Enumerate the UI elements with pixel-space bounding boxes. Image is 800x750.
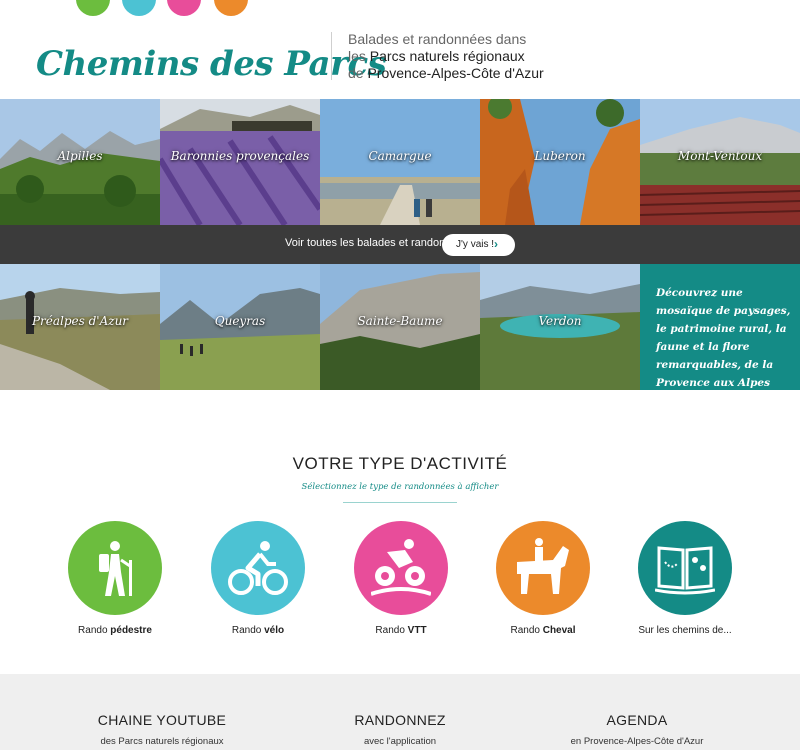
green-dot [76,0,110,16]
hiker-icon [68,521,162,615]
activity-section-title: VOTRE TYPE D'ACTIVITÉ [292,454,508,473]
footer-heading: RANDONNEZ [354,712,446,728]
park-label: Verdon [538,314,582,328]
park-label: Mont-Ventoux [677,149,763,163]
park-label: Queyras [214,314,266,328]
parks-row-2: Préalpes d'Azur Queyras Sainte-Baume Ver… [0,264,800,390]
park-label: Baronnies provençales [170,149,310,163]
activity-label: Sur les chemins de... [638,625,732,636]
park-tile-luberon[interactable]: Luberon [480,99,640,225]
cyan-dot [122,0,156,16]
section-divider [343,502,457,503]
tagline-line-3: de Provence-Alpes-Côte d'Azur [348,65,544,82]
park-label: Alpilles [57,149,103,163]
park-tile-mont-ventoux[interactable]: Mont-Ventoux [640,99,800,225]
footer-youtube[interactable]: CHAINE YOUTUBE des Parcs naturels région… [52,712,272,747]
discover-tile: Découvrez une mosaïque de paysages, le p… [640,264,800,390]
activity-section-subtitle: Sélectionnez le type de randonnées à aff… [301,482,499,492]
footer-heading: AGENDA [606,712,668,728]
mountain-bike-icon [354,521,448,615]
tagline-prefix: de [348,65,368,81]
horse-rider-icon [496,521,590,615]
park-label: Sainte-Baume [357,314,443,328]
activity-rando-cheval[interactable]: Rando Cheval [495,521,591,636]
park-tile-queyras[interactable]: Queyras [160,264,320,390]
park-tile-prealpes[interactable]: Préalpes d'Azur [0,264,160,390]
activity-label: Rando vélo [231,625,285,636]
button-label: J'y vais ! [456,239,495,250]
header-divider [331,32,332,80]
site-tagline: Balades et randonnées dans les Parcs nat… [348,31,544,82]
tagline-strong: Parcs naturels régionaux [369,48,525,64]
orange-dot [214,0,248,16]
park-tile-baronnies[interactable]: Baronnies provençales [160,99,320,225]
footer-subtext: en Provence-Alpes-Côte d'Azur [570,736,704,747]
park-tile-camargue[interactable]: Camargue [320,99,480,225]
park-label: Camargue [368,149,432,163]
activity-label: Rando VTT [375,625,427,636]
footer-randonnez[interactable]: RANDONNEZ avec l'application [290,712,510,747]
park-tile-verdon[interactable]: Verdon [480,264,640,390]
jy-vais-button[interactable]: J'y vais ! › [442,234,515,256]
park-label: Luberon [534,149,586,163]
footer-subtext: des Parcs naturels régionaux [100,736,224,747]
activity-rando-pedestre[interactable]: Rando pédestre [67,521,163,636]
activity-sur-les-chemins[interactable]: Sur les chemins de... [637,521,733,636]
parks-row-1: Alpilles Baronnies provençales Camargue [0,99,800,225]
tagline-line-2: les Parcs naturels régionaux [348,48,544,65]
activity-rando-vtt[interactable]: Rando VTT [353,521,449,636]
discover-blurb: Découvrez une mosaïque de paysages, le p… [656,287,791,389]
tagline-prefix: les [348,48,370,64]
activity-rando-velo[interactable]: Rando vélo [210,521,306,636]
footer-heading: CHAINE YOUTUBE [97,712,227,728]
tagline-line-1: Balades et randonnées dans [348,31,527,47]
footer: CHAINE YOUTUBE des Parcs naturels région… [0,674,800,750]
chevron-right-icon: › [494,237,498,251]
park-tile-alpilles[interactable]: Alpilles [0,99,160,225]
pink-dot [167,0,201,16]
footer-agenda[interactable]: AGENDA en Provence-Alpes-Côte d'Azur [527,712,747,747]
bike-icon [211,521,305,615]
site-logo[interactable]: Chemins des Parcs [36,44,387,84]
book-map-icon [638,521,732,615]
park-tile-sainte-baume[interactable]: Sainte-Baume [320,264,480,390]
activity-label: Rando Cheval [510,625,576,636]
park-label: Préalpes d'Azur [31,314,129,328]
all-walks-banner: Voir toutes les balades et randonnées J'… [0,225,800,264]
tagline-strong: Provence-Alpes-Côte d'Azur [367,65,544,81]
footer-subtext: avec l'application [363,736,437,747]
activity-label: Rando pédestre [78,625,152,636]
